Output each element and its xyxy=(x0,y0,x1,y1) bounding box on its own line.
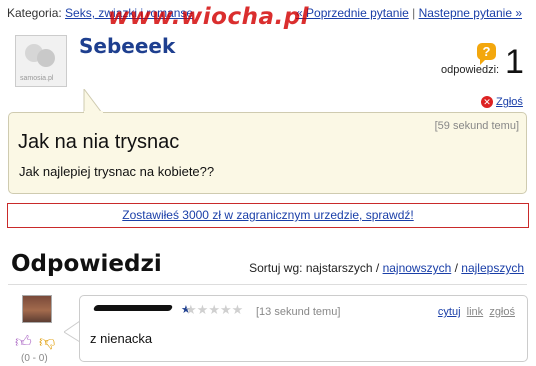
next-question-link[interactable]: Nastepne pytanie » xyxy=(419,6,522,20)
sort-separator: / xyxy=(375,261,380,275)
rating-star-icon[interactable]: ★ xyxy=(232,302,244,317)
question-bubble-icon: ? xyxy=(477,43,496,65)
redacted-username xyxy=(92,305,174,311)
report-question-link[interactable]: Zgłoś xyxy=(496,96,523,108)
answer-votes: (0 - 0) xyxy=(21,353,48,364)
quote-link[interactable]: cytuj xyxy=(438,306,461,318)
question-body: Jak najlepiej trysnac na kobiete?? xyxy=(19,164,215,179)
avatar-bubble-icon xyxy=(37,49,55,67)
rating-star-icon[interactable]: ★ xyxy=(220,302,232,317)
answer-text: z nienacka xyxy=(90,331,153,346)
sort-separator: / xyxy=(454,261,458,275)
sort-options: Sortuj wg: najstarszych / najnowszych / … xyxy=(249,261,524,275)
sort-oldest: najstarszych xyxy=(305,261,373,275)
sort-newest-link[interactable]: najnowszych xyxy=(383,261,452,275)
rating-star-icon[interactable]: ★ xyxy=(197,302,209,317)
answer-box: ★ ★★★★★ [13 sekund temu] cytuj link zgło… xyxy=(79,295,528,362)
answer-author-avatar[interactable] xyxy=(22,295,52,323)
previous-question-link[interactable]: « Poprzednie pytanie xyxy=(296,6,409,20)
question-title: Jak na nia trysnac xyxy=(18,131,180,153)
author-avatar[interactable]: samosia.pl xyxy=(15,35,67,87)
rating-star-icon[interactable]: ★ xyxy=(185,302,197,317)
permalink-link[interactable]: link xyxy=(467,306,484,318)
question-pagination: « Poprzednie pytanie | Nastepne pytanie … xyxy=(296,6,522,20)
question-time: [59 sekund temu] xyxy=(434,120,519,132)
answers-count: 1 xyxy=(505,43,524,81)
question-box-pointer-cover xyxy=(84,111,103,114)
report-x-icon: ✕ xyxy=(481,96,493,109)
thumb-up-icon[interactable]: 👍︎ xyxy=(15,333,32,352)
rating-star-icon[interactable]: ★ xyxy=(208,302,220,317)
question-author[interactable]: Sebeeek xyxy=(79,34,175,58)
answer-time: [13 sekund temu] xyxy=(256,306,341,318)
question-box: [59 sekund temu] Jak na nia trysnac Jak … xyxy=(8,112,527,194)
answer-author-name[interactable]: ★ xyxy=(90,302,191,316)
answers-count-label: odpowiedzi: xyxy=(441,64,500,76)
thumb-down-icon[interactable]: 👎︎ xyxy=(39,333,55,352)
pagination-separator: | xyxy=(412,6,416,20)
report-question[interactable]: ✕ Zgłoś xyxy=(481,96,523,109)
section-divider xyxy=(8,284,527,285)
sort-best-link[interactable]: najlepszych xyxy=(461,261,524,275)
category-label: Kategoria: xyxy=(7,6,62,20)
site-watermark: www.wiocha.pl xyxy=(108,4,310,30)
answer-rating[interactable]: ★★★★★ xyxy=(185,302,243,318)
promo-link[interactable]: Zostawiłeś 3000 zł w zagranicznym urzedz… xyxy=(122,208,413,222)
answers-heading: Odpowiedzi xyxy=(11,251,162,277)
report-answer-link[interactable]: zgłoś xyxy=(489,306,515,318)
answer-actions: cytuj link zgłoś xyxy=(438,306,515,318)
promo-banner: Zostawiłeś 3000 zł w zagranicznym urzedz… xyxy=(7,203,529,228)
sort-label: Sortuj wg: xyxy=(249,261,303,275)
avatar-label: samosia.pl xyxy=(20,75,54,82)
